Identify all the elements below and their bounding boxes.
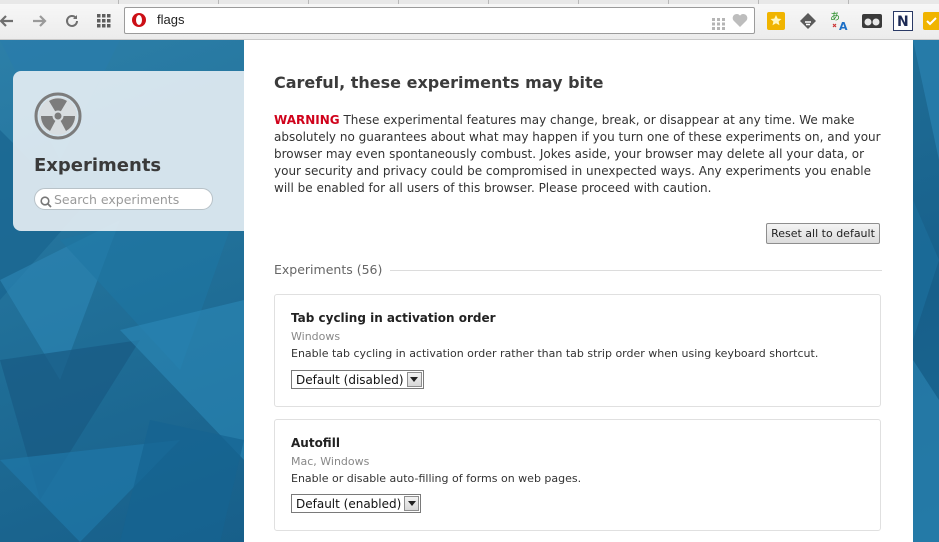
radioactive-icon: [34, 92, 82, 144]
search-input[interactable]: Search experiments: [34, 188, 213, 210]
experiment-title: Autofill: [291, 436, 340, 450]
back-arrow-icon[interactable]: [0, 10, 18, 32]
translate-icon[interactable]: あA: [830, 11, 850, 31]
experiments-sidebar: Experiments Search experiments: [13, 71, 244, 231]
search-placeholder: Search experiments: [54, 192, 180, 207]
opera-logo-icon: [132, 13, 146, 27]
reload-icon[interactable]: [61, 10, 83, 32]
experiment-title: Tab cycling in activation order: [291, 311, 496, 325]
chevron-down-icon[interactable]: [404, 496, 420, 511]
browser-toolbar: flags あA N: [0, 4, 939, 40]
warning-text: These experimental features may change, …: [274, 113, 881, 195]
notes-n-icon[interactable]: N: [893, 11, 913, 31]
speed-dial-icon[interactable]: [93, 10, 115, 32]
forward-arrow-icon[interactable]: [28, 10, 50, 32]
experiment-platforms: Mac, Windows: [291, 455, 370, 468]
address-bar[interactable]: flags: [124, 7, 755, 34]
reset-all-button[interactable]: Reset all to default: [766, 223, 880, 244]
svg-text:A: A: [839, 20, 848, 31]
experiment-card: Tab cycling in activation order Windows …: [274, 294, 881, 407]
star-extension-icon[interactable]: [766, 11, 786, 31]
experiment-description: Enable or disable auto-filling of forms …: [291, 472, 582, 485]
experiment-select[interactable]: Default (disabled): [291, 370, 424, 389]
checkmark-extension-icon[interactable]: [922, 11, 939, 31]
address-text[interactable]: flags: [157, 12, 184, 27]
experiment-select-value: Default (enabled): [296, 496, 402, 511]
page-title: Careful, these experiments may bite: [274, 73, 604, 92]
experiment-description: Enable tab cycling in activation order r…: [291, 347, 819, 360]
feedly-icon[interactable]: [798, 11, 818, 31]
experiment-platforms: Windows: [291, 330, 341, 343]
warning-label: WARNING: [274, 113, 340, 127]
experiment-select-value: Default (disabled): [296, 372, 404, 387]
flags-content: Careful, these experiments may bite WARN…: [244, 40, 913, 542]
warning-message: WARNING These experimental features may …: [274, 112, 884, 197]
experiment-select[interactable]: Default (enabled): [291, 494, 422, 513]
tiles-icon[interactable]: [712, 15, 726, 34]
heart-icon[interactable]: [732, 13, 748, 32]
experiments-count-label: Experiments (56): [274, 262, 391, 277]
experiment-card: Autofill Mac, Windows Enable or disable …: [274, 419, 881, 531]
svg-text:N: N: [897, 14, 909, 30]
glasses-icon[interactable]: [862, 11, 882, 31]
search-icon: [40, 193, 52, 212]
sidebar-title: Experiments: [34, 155, 162, 176]
chevron-down-icon[interactable]: [406, 372, 422, 387]
